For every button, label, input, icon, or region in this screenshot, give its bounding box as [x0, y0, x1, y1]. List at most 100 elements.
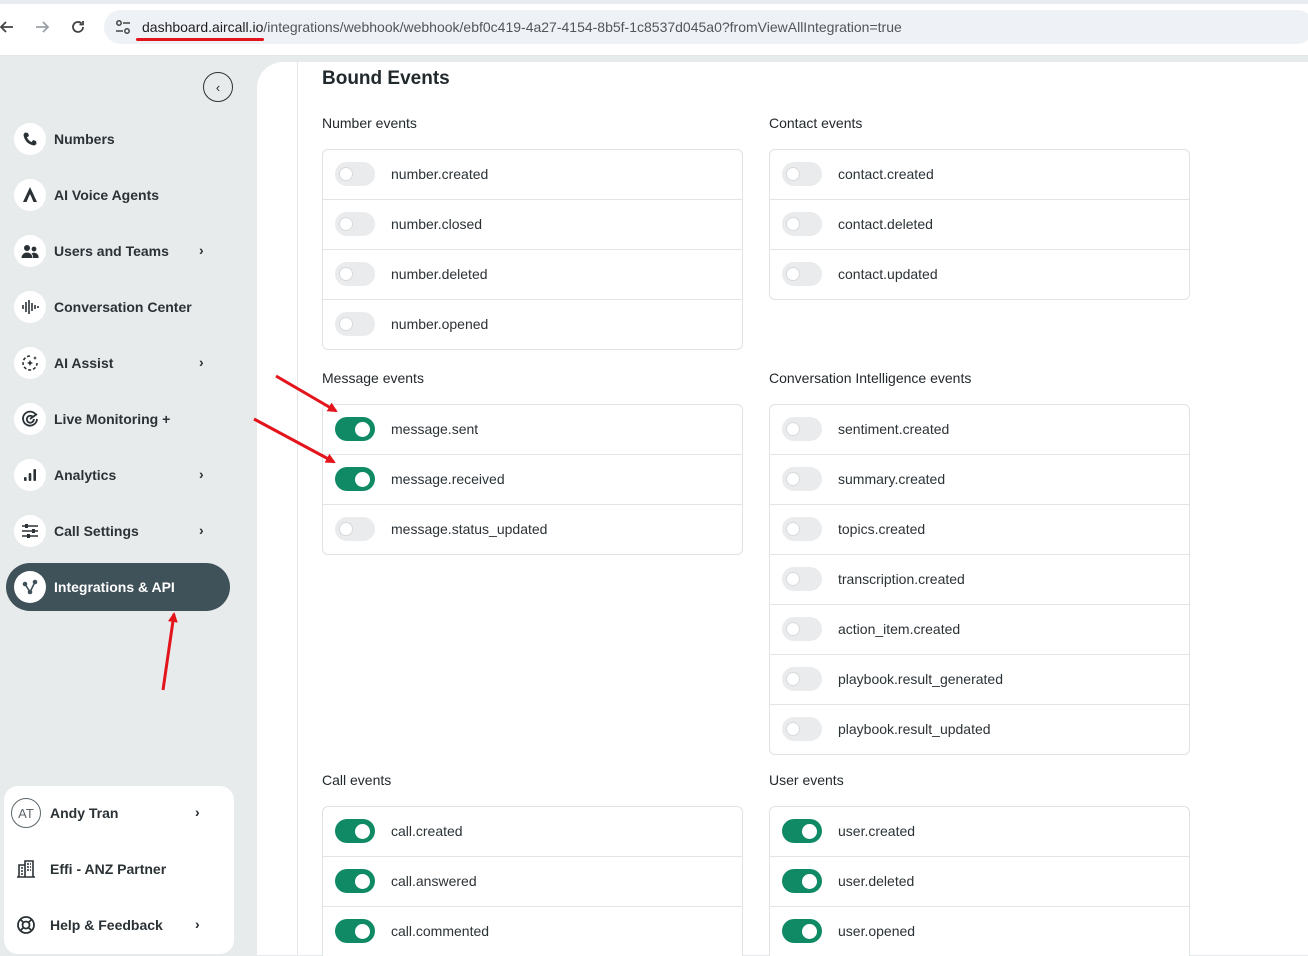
toggle-knob	[786, 267, 800, 281]
event-name: transcription.created	[838, 571, 965, 587]
event-toggle[interactable]	[782, 869, 822, 893]
toggle-knob	[339, 522, 353, 536]
address-bar[interactable]: dashboard.aircall.io/integrations/webhoo…	[104, 10, 1308, 44]
event-toggle[interactable]	[782, 162, 822, 186]
back-icon[interactable]	[0, 17, 17, 37]
event-row: call.created	[323, 807, 742, 857]
event-toggle[interactable]	[782, 617, 822, 641]
toggle-knob	[339, 217, 353, 231]
chevron-right-icon: ›	[199, 522, 204, 538]
sidebar-item-integrations-api[interactable]: Integrations & API	[6, 563, 230, 611]
sidebar-item-numbers[interactable]: Numbers	[6, 115, 230, 163]
event-toggle[interactable]	[335, 312, 375, 336]
toggle-knob	[802, 873, 817, 889]
event-toggle[interactable]	[782, 517, 822, 541]
event-toggle[interactable]	[335, 467, 375, 491]
event-row: message.received	[323, 455, 742, 505]
event-toggle[interactable]	[782, 667, 822, 691]
event-row: sentiment.created	[770, 405, 1189, 455]
event-toggle[interactable]	[335, 212, 375, 236]
event-toggle[interactable]	[335, 517, 375, 541]
users-icon	[14, 235, 46, 267]
help-feedback-label: Help & Feedback	[50, 917, 163, 933]
event-row: user.deleted	[770, 857, 1189, 907]
event-name: number.created	[391, 166, 489, 182]
section-label-number: Number events	[322, 115, 417, 131]
help-feedback-row[interactable]: Help & Feedback ›	[10, 905, 230, 945]
browser-top-strip	[0, 0, 1308, 4]
event-name: call.commented	[391, 923, 490, 939]
event-toggle[interactable]	[782, 262, 822, 286]
sparkle-icon	[14, 347, 46, 379]
sidebar-item-label: Users and Teams	[54, 243, 169, 259]
event-name: message.status_updated	[391, 521, 548, 537]
site-settings-icon[interactable]	[114, 18, 132, 36]
event-row: user.opened	[770, 907, 1189, 956]
toggle-knob	[355, 421, 370, 437]
event-name: topics.created	[838, 521, 926, 537]
event-row: action_item.created	[770, 605, 1189, 655]
event-row: playbook.result_updated	[770, 705, 1189, 754]
reload-icon[interactable]	[68, 17, 88, 37]
page-title: Bound Events	[322, 68, 450, 89]
toggle-knob	[786, 722, 800, 736]
url-text[interactable]: dashboard.aircall.io/integrations/webhoo…	[142, 19, 902, 35]
sidebar-item-live-monitoring[interactable]: Live Monitoring +	[6, 395, 230, 443]
event-name: sentiment.created	[838, 421, 950, 437]
chevron-right-icon: ›	[195, 804, 200, 820]
sidebar-item-call-settings[interactable]: Call Settings ›	[6, 507, 230, 555]
event-row: call.answered	[323, 857, 742, 907]
chevron-left-icon: ‹	[215, 79, 221, 95]
event-name: number.closed	[391, 216, 483, 232]
event-toggle[interactable]	[335, 819, 375, 843]
event-toggle[interactable]	[335, 919, 375, 943]
forward-icon[interactable]	[32, 17, 52, 37]
sidebar-item-conversation-center[interactable]: Conversation Center	[6, 283, 230, 331]
sidebar-item-label: Integrations & API	[54, 579, 175, 595]
company-row[interactable]: Effi - ANZ Partner	[10, 849, 230, 889]
event-name: action_item.created	[838, 621, 961, 637]
event-name: contact.deleted	[838, 216, 933, 232]
sidebar-item-analytics[interactable]: Analytics ›	[6, 451, 230, 499]
event-row: summary.created	[770, 455, 1189, 505]
event-toggle[interactable]	[782, 567, 822, 591]
sidebar-item-label: Live Monitoring +	[54, 411, 171, 427]
event-row: call.commented	[323, 907, 742, 956]
sidebar-item-label: AI Voice Agents	[54, 187, 160, 203]
event-toggle[interactable]	[335, 162, 375, 186]
chevron-right-icon: ›	[199, 466, 204, 482]
event-toggle[interactable]	[782, 417, 822, 441]
section-label-contact: Contact events	[769, 115, 863, 131]
event-toggle[interactable]	[782, 819, 822, 843]
event-row: number.closed	[323, 200, 742, 250]
sidebar-item-label: Call Settings	[54, 523, 139, 539]
event-name: user.created	[838, 823, 916, 839]
event-toggle[interactable]	[335, 869, 375, 893]
collapse-sidebar-button[interactable]: ‹	[203, 72, 233, 102]
toggle-knob	[339, 317, 353, 331]
sidebar-item-users-and-teams[interactable]: Users and Teams ›	[6, 227, 230, 275]
toggle-knob	[786, 522, 800, 536]
section-label-message: Message events	[322, 370, 424, 386]
sidebar-item-ai-assist[interactable]: AI Assist ›	[6, 339, 230, 387]
sidebar-item-ai-voice-agents[interactable]: AI Voice Agents	[6, 171, 230, 219]
card-number-events: number.created number.closed number.delete…	[322, 149, 743, 350]
card-message-events: message.sent message.received message.stat…	[322, 404, 743, 555]
event-row: number.created	[323, 150, 742, 200]
account-user-row[interactable]: AT Andy Tran ›	[10, 793, 230, 833]
lifebuoy-icon	[10, 909, 42, 941]
avatar: AT	[11, 798, 41, 828]
event-toggle[interactable]	[782, 717, 822, 741]
section-label-user: User events	[769, 772, 844, 788]
url-path: /integrations/webhook/webhook/ebf0c419-4…	[263, 19, 902, 35]
event-toggle[interactable]	[782, 467, 822, 491]
event-toggle[interactable]	[782, 212, 822, 236]
event-name: user.opened	[838, 923, 916, 939]
annotation-underline	[136, 38, 264, 41]
event-toggle[interactable]	[335, 417, 375, 441]
event-toggle[interactable]	[335, 262, 375, 286]
card-ci-events: sentiment.created summary.created topics.c…	[769, 404, 1190, 755]
event-toggle[interactable]	[782, 919, 822, 943]
toggle-knob	[786, 572, 800, 586]
toggle-knob	[786, 422, 800, 436]
